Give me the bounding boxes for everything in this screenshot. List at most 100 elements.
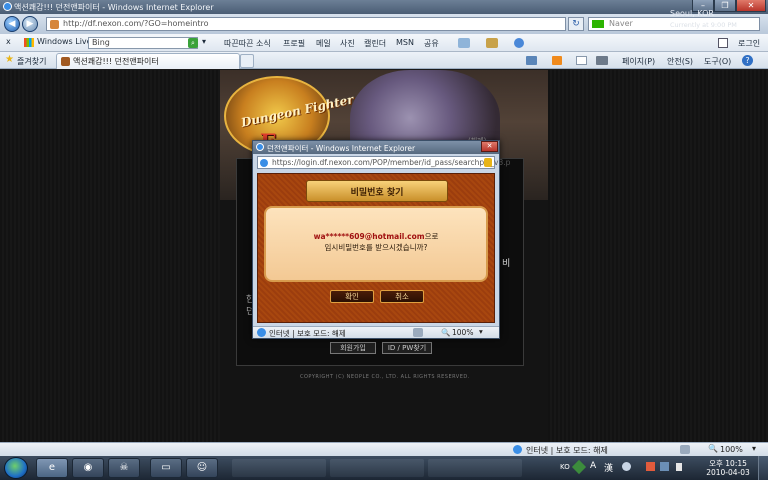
page-background-right [548,70,768,442]
toolbar-link-photos[interactable]: 사진 [340,38,355,49]
message-line-2: 임시비밀번호를 받으시겠습니까? [324,243,428,252]
message-box: wa******609@hotmail.com으로 임시비밀번호를 받으시겠습니… [264,206,488,282]
popup-content: 비밀번호 찾기 wa******609@hotmail.com으로 임시비밀번호… [257,173,495,323]
protected-mode-icon[interactable] [413,328,423,337]
cancel-button[interactable]: 취소 [380,290,424,303]
zoom-level[interactable]: 100% [720,445,743,454]
zone-text: 인터넷 | 보호 모드: 해제 [526,446,608,455]
windows-live-icon [24,38,34,47]
refresh-button[interactable]: ↻ [568,17,584,31]
popup-window: 던전앤파이터 - Windows Internet Explorer ✕ htt… [252,140,510,339]
weather-time: Currently at 9:00 PM [670,21,737,29]
tools-menu[interactable]: 도구(O) [704,56,731,67]
address-input[interactable]: http://df.nexon.com/?GO=homeintro [46,17,566,31]
address-text: http://df.nexon.com/?GO=homeintro [63,19,209,28]
checkbox-icon[interactable] [718,38,728,48]
toolbar-link-mail[interactable]: 메일 [316,38,331,49]
hanja-icon[interactable]: 漢 [604,461,613,474]
windows-taskbar: e ◉ ☠ ▭ ☺ KO A 漢 오후 10:15 2010-04-03 [0,456,768,480]
toolbar-link-msn[interactable]: MSN [396,38,414,47]
safety-menu[interactable]: 안전(S) [667,56,693,67]
new-tab-button[interactable] [240,54,254,68]
popup-address-bar[interactable]: https://login.df.nexon.com/POP/member/id… [257,156,510,169]
taskbar-window-button[interactable] [428,459,522,477]
back-button[interactable]: ◀ [4,16,20,32]
help-icon[interactable]: ? [742,55,753,66]
maximize-button[interactable]: ❐ [714,0,736,12]
toolbar-link-calendar[interactable]: 캘린더 [364,38,386,49]
clock-date: 2010-04-03 [706,468,750,477]
confirm-button[interactable]: 확인 [330,290,374,303]
naver-icon [592,20,604,28]
popup-title-bar[interactable]: 던전앤파이터 - Windows Internet Explorer ✕ [253,141,499,154]
show-desktop-button[interactable] [758,456,768,480]
taskbar-window-button[interactable] [330,459,424,477]
email-suffix: 으로 [424,232,439,241]
login-link[interactable]: 로그인 [738,38,760,49]
input-language[interactable]: KO [560,463,570,471]
find-id-pw-button[interactable]: ID / PW찾기 [382,342,432,354]
page-background-left [0,70,220,442]
toolbar-icon-2[interactable] [486,38,498,48]
weather-location: Seoul, KOR [670,9,714,18]
globe-icon [513,445,522,454]
chevron-down-icon[interactable]: ▾ [479,327,483,336]
favorites-button[interactable]: 즐겨찾기 [17,56,46,67]
zoom-icon[interactable]: 🔍 [708,444,718,453]
popup-status-bar: 인터넷 | 보호 모드: 해제 🔍 100% ▾ [253,326,499,338]
windows-live-label[interactable]: Windows Live [37,37,92,46]
star-icon: ★ [5,54,14,65]
ie-icon [260,159,268,167]
toolbar-link-news[interactable]: 따끈따끈 소식 [224,38,271,49]
ime-icon[interactable] [571,459,587,475]
toolbar-close-button[interactable]: x [6,37,11,46]
tray-icon[interactable] [622,462,631,471]
hangul-mode-icon[interactable]: A [590,461,596,471]
zoom-icon[interactable]: 🔍 [441,328,450,337]
print-icon[interactable] [596,56,608,65]
close-button[interactable]: ✕ [736,0,766,12]
popup-url-text: https://login.df.nexon.com/POP/member/id… [272,158,511,167]
protected-mode-icon[interactable] [680,445,690,454]
site-favicon [50,20,59,29]
game-taskbar-icon[interactable]: ☠ [108,458,140,478]
popup-heading: 비밀번호 찾기 [350,188,404,198]
folder-taskbar-icon[interactable]: ▭ [150,458,182,478]
popup-zoom-level[interactable]: 100% [452,328,473,337]
chevron-down-icon[interactable]: ▾ [202,37,206,46]
popup-close-button[interactable]: ✕ [481,141,498,152]
clock-time: 오후 10:15 [709,459,747,468]
chrome-taskbar-icon[interactable]: ◉ [72,458,104,478]
lock-icon[interactable] [484,158,492,167]
mail-icon[interactable] [576,56,587,65]
signup-button[interactable]: 회원가입 [330,342,376,354]
messenger-taskbar-icon[interactable]: ☺ [186,458,218,478]
system-clock[interactable]: 오후 10:15 2010-04-03 [704,459,752,477]
chevron-down-icon[interactable]: ▾ [752,444,756,453]
rss-icon[interactable] [552,56,562,65]
popup-title: 던전앤파이터 - Windows Internet Explorer [267,144,416,153]
popup-zone-text: 인터넷 | 보호 모드: 해제 [269,329,346,338]
action-center-icon[interactable] [646,462,655,471]
forward-button[interactable]: ▶ [22,16,38,32]
bing-value: Bing [92,38,110,47]
network-icon[interactable] [660,462,669,471]
page-menu[interactable]: 페이지(P) [622,56,655,67]
ie-icon [3,2,12,11]
toolbar-link-profile[interactable]: 프로필 [283,38,305,49]
taskbar-window-button[interactable] [232,459,326,477]
ie-taskbar-icon[interactable]: e [36,458,68,478]
toolbar-icon-3[interactable] [514,38,524,48]
toolbar-link-share[interactable]: 공유 [424,38,439,49]
browser-tab[interactable]: 액션쾌감!!! 던전앤파이터 [56,53,240,69]
start-button[interactable] [4,457,28,479]
window-title-bar: 액션쾌감!!! 던전앤파이터 - Windows Internet Explor… [0,0,768,14]
search-placeholder: Naver [609,19,633,28]
globe-icon [257,328,266,337]
home-icon[interactable] [526,56,537,65]
volume-icon[interactable] [676,463,686,471]
toolbar-icon-1[interactable] [458,38,470,48]
bing-search-input[interactable]: Bing [88,37,198,49]
heading-plate: 비밀번호 찾기 [306,180,448,202]
search-go-icon[interactable]: ⌕ [188,38,198,48]
